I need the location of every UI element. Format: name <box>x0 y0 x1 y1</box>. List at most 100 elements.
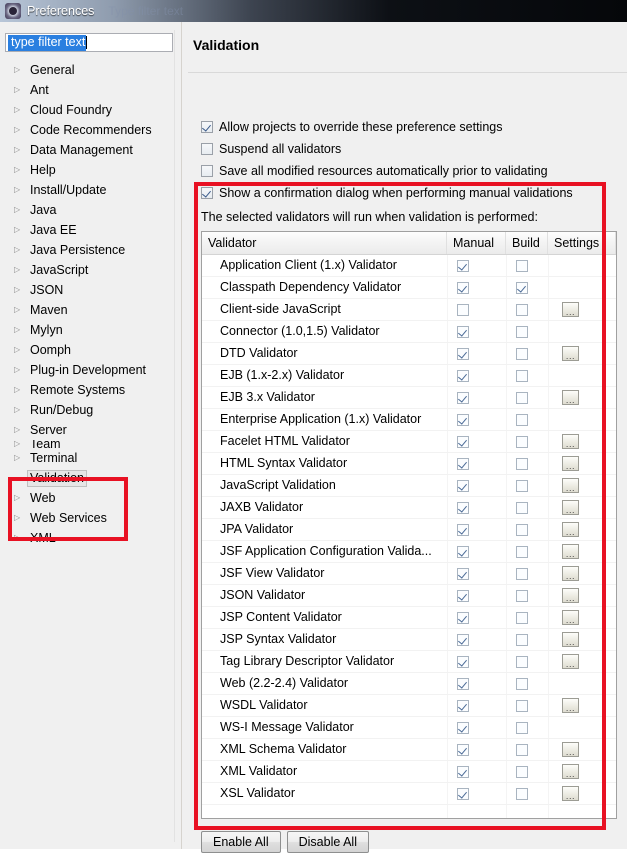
settings-cell[interactable] <box>548 717 616 738</box>
build-cell[interactable] <box>506 255 548 276</box>
sidebar-item-data-management[interactable]: ▷ Data Management <box>0 140 177 160</box>
chevron-right-icon[interactable]: ▷ <box>14 220 27 240</box>
build-cell[interactable] <box>506 783 548 804</box>
chevron-right-icon[interactable]: ▷ <box>14 420 27 440</box>
settings-ellipsis-button[interactable]: ... <box>562 478 579 493</box>
settings-cell[interactable]: ... <box>548 387 616 408</box>
table-row[interactable]: DTD Validator... <box>202 343 616 365</box>
option-save-modified[interactable]: Save all modified resources automaticall… <box>201 164 548 178</box>
table-row[interactable]: Client-side JavaScript... <box>202 299 616 321</box>
sidebar-item-oomph[interactable]: ▷ Oomph <box>0 340 177 360</box>
settings-cell[interactable] <box>548 365 616 386</box>
table-row[interactable]: Tag Library Descriptor Validator... <box>202 651 616 673</box>
settings-ellipsis-button[interactable]: ... <box>562 456 579 471</box>
build-cell[interactable] <box>506 387 548 408</box>
settings-ellipsis-button[interactable]: ... <box>562 588 579 603</box>
checkbox-icon[interactable] <box>457 325 469 338</box>
table-row[interactable]: EJB 3.x Validator... <box>202 387 616 409</box>
chevron-right-icon[interactable]: ▷ <box>14 260 27 280</box>
sidebar-item-web-services[interactable]: ▷ Web Services <box>0 508 177 528</box>
checkbox-icon[interactable] <box>457 721 469 734</box>
checkbox-icon[interactable] <box>457 765 469 778</box>
settings-cell[interactable] <box>548 409 616 430</box>
settings-cell[interactable]: ... <box>548 585 616 606</box>
sidebar-item-json[interactable]: ▷ JSON <box>0 280 177 300</box>
chevron-right-icon[interactable]: ▷ <box>14 488 27 508</box>
settings-cell[interactable] <box>548 255 616 276</box>
checkbox-icon[interactable] <box>457 523 469 536</box>
checkbox-icon[interactable] <box>457 501 469 514</box>
sidebar-item-web[interactable]: ▷ Web <box>0 488 177 508</box>
sidebar-item-java[interactable]: ▷ Java <box>0 200 177 220</box>
settings-ellipsis-button[interactable]: ... <box>562 390 579 405</box>
build-cell[interactable] <box>506 321 548 342</box>
chevron-right-icon[interactable]: ▷ <box>14 528 27 548</box>
sidebar-item-javascript[interactable]: ▷ JavaScript <box>0 260 177 280</box>
sidebar-item-plug-in-development[interactable]: ▷ Plug-in Development <box>0 360 177 380</box>
checkbox-icon[interactable] <box>457 787 469 800</box>
checkbox-icon[interactable] <box>201 121 213 133</box>
checkbox-icon[interactable] <box>516 325 528 338</box>
build-cell[interactable] <box>506 277 548 298</box>
checkbox-icon[interactable] <box>457 699 469 712</box>
checkbox-icon[interactable] <box>516 699 528 712</box>
chevron-right-icon[interactable]: ▷ <box>14 200 27 220</box>
checkbox-icon[interactable] <box>516 743 528 756</box>
checkbox-icon[interactable] <box>457 589 469 602</box>
table-row[interactable]: JSF Application Configuration Valida....… <box>202 541 616 563</box>
sidebar-item-xml[interactable]: ▷ XML <box>0 528 177 548</box>
checkbox-icon[interactable] <box>516 501 528 514</box>
checkbox-icon[interactable] <box>201 143 213 155</box>
chevron-right-icon[interactable]: ▷ <box>14 448 27 468</box>
settings-cell[interactable]: ... <box>548 761 616 782</box>
manual-cell[interactable] <box>447 541 506 562</box>
manual-cell[interactable] <box>447 453 506 474</box>
table-row[interactable]: HTML Syntax Validator... <box>202 453 616 475</box>
option-show-confirmation[interactable]: Show a confirmation dialog when performi… <box>201 186 573 200</box>
chevron-right-icon[interactable]: ▷ <box>14 140 27 160</box>
build-cell[interactable] <box>506 761 548 782</box>
chevron-right-icon[interactable]: ▷ <box>14 380 27 400</box>
checkbox-icon[interactable] <box>516 567 528 580</box>
sidebar-item-server[interactable]: ▷ Server <box>0 420 177 440</box>
settings-cell[interactable]: ... <box>548 651 616 672</box>
disable-all-button[interactable]: Disable All <box>286 831 369 853</box>
checkbox-icon[interactable] <box>457 633 469 646</box>
validators-table[interactable]: Validator Manual Build Settings Applicat… <box>201 231 617 819</box>
manual-cell[interactable] <box>447 739 506 760</box>
settings-ellipsis-button[interactable]: ... <box>562 500 579 515</box>
manual-cell[interactable] <box>447 343 506 364</box>
checkbox-icon[interactable] <box>457 545 469 558</box>
settings-cell[interactable]: ... <box>548 343 616 364</box>
table-row[interactable]: WS-I Message Validator <box>202 717 616 739</box>
chevron-right-icon[interactable]: ▷ <box>14 440 27 448</box>
settings-cell[interactable]: ... <box>548 607 616 628</box>
table-row[interactable]: JSON Validator... <box>202 585 616 607</box>
build-cell[interactable] <box>506 585 548 606</box>
settings-ellipsis-button[interactable]: ... <box>562 302 579 317</box>
manual-cell[interactable] <box>447 585 506 606</box>
checkbox-icon[interactable] <box>516 589 528 602</box>
table-row[interactable]: JSP Content Validator... <box>202 607 616 629</box>
settings-ellipsis-button[interactable]: ... <box>562 764 579 779</box>
preferences-tree[interactable]: ▷ General ▷ Ant ▷ Cloud Foundry ▷ Code Recommen… <box>0 60 177 620</box>
sidebar-item-mylyn[interactable]: ▷ Mylyn <box>0 320 177 340</box>
manual-cell[interactable] <box>447 783 506 804</box>
option-allow-override[interactable]: Allow projects to override these prefere… <box>201 120 502 134</box>
build-cell[interactable] <box>506 519 548 540</box>
checkbox-icon[interactable] <box>516 259 528 272</box>
chevron-right-icon[interactable]: ▷ <box>14 120 27 140</box>
checkbox-icon[interactable] <box>516 303 528 316</box>
column-header-validator[interactable]: Validator <box>202 232 447 254</box>
table-row[interactable]: Enterprise Application (1.x) Validator <box>202 409 616 431</box>
sidebar-item-install-update[interactable]: ▷ Install/Update <box>0 180 177 200</box>
sidebar-item-team[interactable]: ▷ Team <box>0 440 177 448</box>
table-row[interactable]: XML Schema Validator... <box>202 739 616 761</box>
checkbox-icon[interactable] <box>457 413 469 426</box>
build-cell[interactable] <box>506 431 548 452</box>
build-cell[interactable] <box>506 651 548 672</box>
checkbox-icon[interactable] <box>457 743 469 756</box>
column-header-build[interactable]: Build <box>506 232 548 254</box>
sidebar-item-maven[interactable]: ▷ Maven <box>0 300 177 320</box>
checkbox-icon[interactable] <box>457 259 469 272</box>
